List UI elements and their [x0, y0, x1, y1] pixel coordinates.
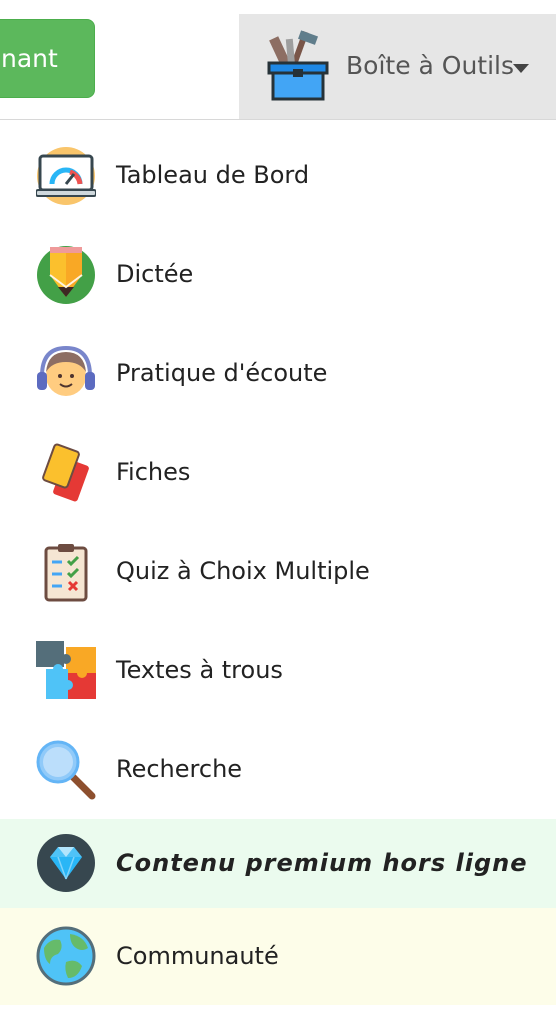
- menu-item-premium-offline[interactable]: Contenu premium hors ligne: [0, 819, 556, 908]
- puzzle-icon: [36, 641, 96, 699]
- menu-item-quiz[interactable]: Quiz à Choix Multiple: [0, 522, 556, 621]
- menu-item-label: Dictée: [116, 260, 194, 288]
- caret-down-icon: [513, 64, 529, 73]
- flashcards-icon: [42, 443, 89, 502]
- menu-item-dashboard[interactable]: Tableau de Bord: [0, 126, 556, 225]
- pencil-icon: [37, 246, 95, 304]
- menu-item-dictation[interactable]: Dictée: [0, 225, 556, 324]
- headphones-listener-icon: [37, 345, 95, 396]
- globe-icon: [36, 926, 96, 986]
- toolbox-icon: [267, 30, 329, 101]
- toolbox-label: Boîte à Outils: [346, 51, 515, 80]
- menu-item-search[interactable]: Recherche: [0, 720, 556, 819]
- menu-item-label: Quiz à Choix Multiple: [116, 557, 370, 585]
- top-navbar: nant Boîte à Outils: [0, 0, 556, 119]
- menu-item-flashcards[interactable]: Fiches: [0, 423, 556, 522]
- diamond-icon: [37, 834, 95, 892]
- toolbox-menu: Tableau de Bord Dictée Pratique d'écoute: [0, 126, 556, 1005]
- dashboard-gauge-icon: [36, 147, 96, 205]
- cta-button[interactable]: nant: [0, 19, 95, 98]
- menu-item-label: Contenu premium hors ligne: [116, 849, 528, 877]
- toolbox-dropdown-toggle[interactable]: Boîte à Outils: [239, 14, 556, 119]
- menu-item-label: Textes à trous: [116, 656, 283, 684]
- menu-item-cloze[interactable]: Textes à trous: [0, 621, 556, 720]
- menu-item-listening[interactable]: Pratique d'écoute: [0, 324, 556, 423]
- menu-item-community[interactable]: Communauté: [0, 908, 556, 1005]
- menu-item-label: Pratique d'écoute: [116, 359, 328, 387]
- menu-item-label: Fiches: [116, 458, 191, 486]
- menu-item-label: Tableau de Bord: [116, 161, 310, 189]
- header-divider: [0, 119, 556, 120]
- menu-item-label: Recherche: [116, 755, 243, 783]
- magnifier-icon: [36, 740, 96, 800]
- quiz-clipboard-icon: [44, 544, 88, 602]
- menu-item-label: Communauté: [116, 942, 279, 970]
